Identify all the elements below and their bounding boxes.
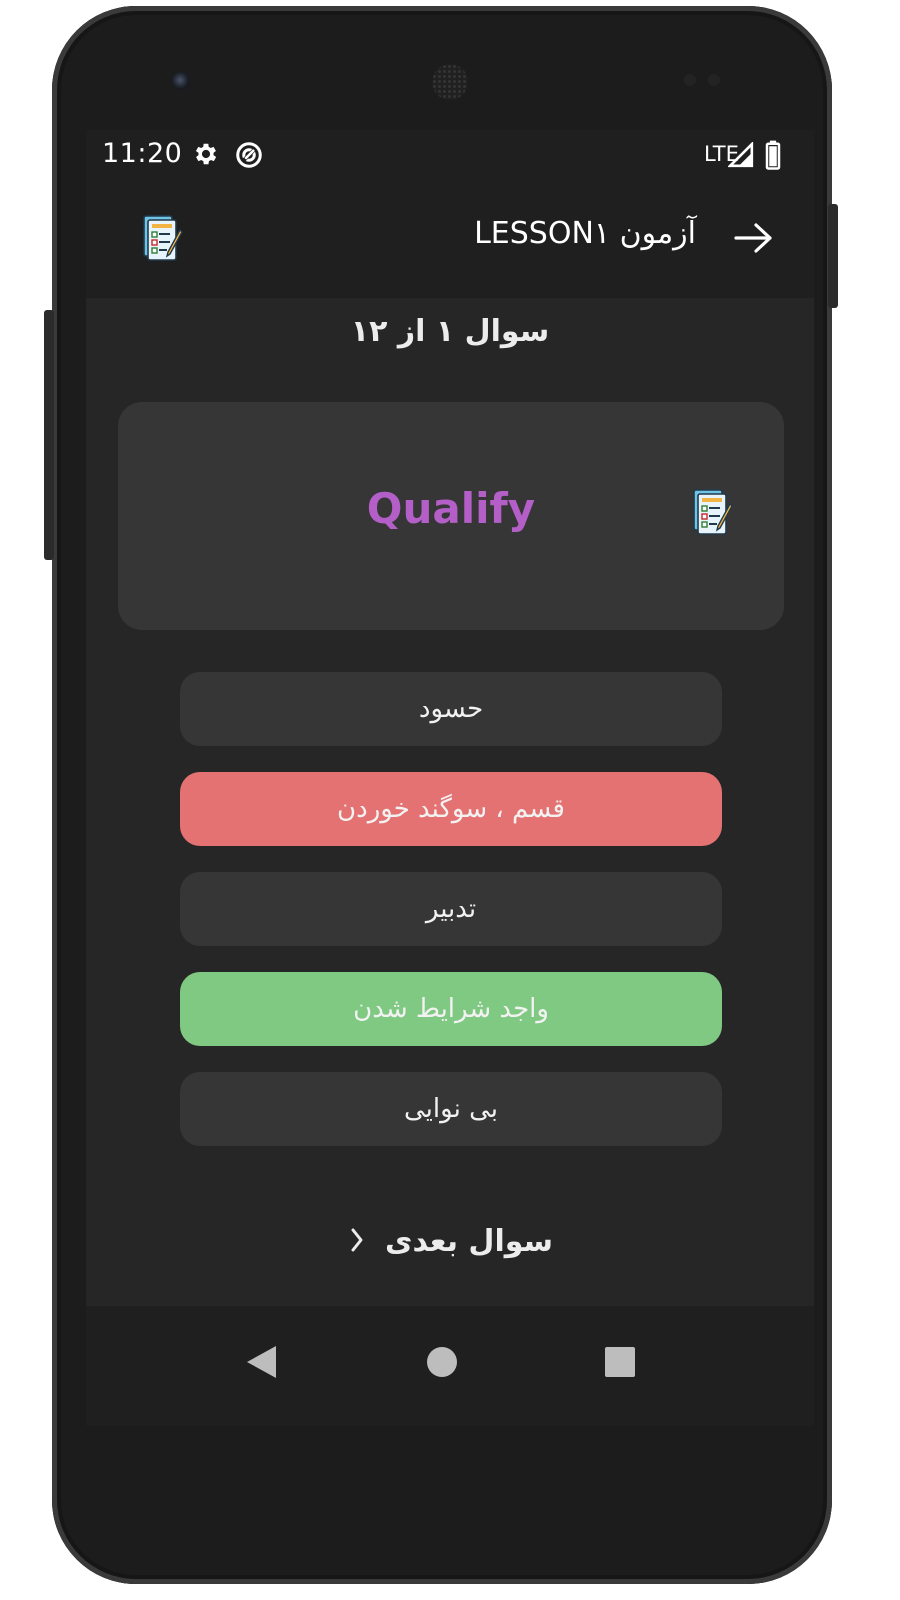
question-word: Qualify [366,484,536,533]
signal-icon [727,141,754,172]
app-bar: آزمون LESSON۱ [86,186,814,298]
question-progress: سوال ۱ از ۱۲ [350,314,550,349]
front-camera [172,72,190,90]
sync-icon [234,140,264,174]
phone-side-button [44,310,54,560]
battery-icon [764,140,782,174]
quiz-clipboard-icon [142,214,186,266]
nav-back-icon[interactable] [244,1344,278,1384]
next-question-button[interactable]: سوال بعدی [86,1224,814,1259]
quiz-clipboard-icon [692,488,736,540]
option-button[interactable]: بی نوایی [180,1072,722,1146]
status-time: 11:20 [102,138,183,169]
answer-options: حسود قسم ، سوگند خوردن تدبیر واجد شرایط … [180,672,722,1172]
option-button[interactable]: تدبیر [180,872,722,946]
option-button[interactable]: حسود [180,672,722,746]
option-button-wrong[interactable]: قسم ، سوگند خوردن [180,772,722,846]
system-nav-bar [86,1306,814,1426]
status-bar: 11:20 LTE [86,130,814,186]
next-question-label: سوال بعدی [384,1224,554,1259]
question-card: Qualify [118,402,784,630]
nav-recents-icon[interactable] [604,1344,636,1384]
nav-home-icon[interactable] [426,1344,458,1384]
option-button-correct[interactable]: واجد شرایط شدن [180,972,722,1046]
proximity-sensor [684,74,696,86]
earpiece-speaker [432,64,468,100]
light-sensor [708,74,720,86]
gear-icon [192,140,220,172]
screen: 11:20 LTE آزمون LESSON۱ سوال ۱ از ۱۲ Qua… [86,130,814,1426]
page-title: آزمون LESSON۱ [474,216,696,251]
chevron-left-icon [347,1226,367,1258]
arrow-right-icon[interactable] [734,222,774,258]
phone-power-button [828,204,838,308]
